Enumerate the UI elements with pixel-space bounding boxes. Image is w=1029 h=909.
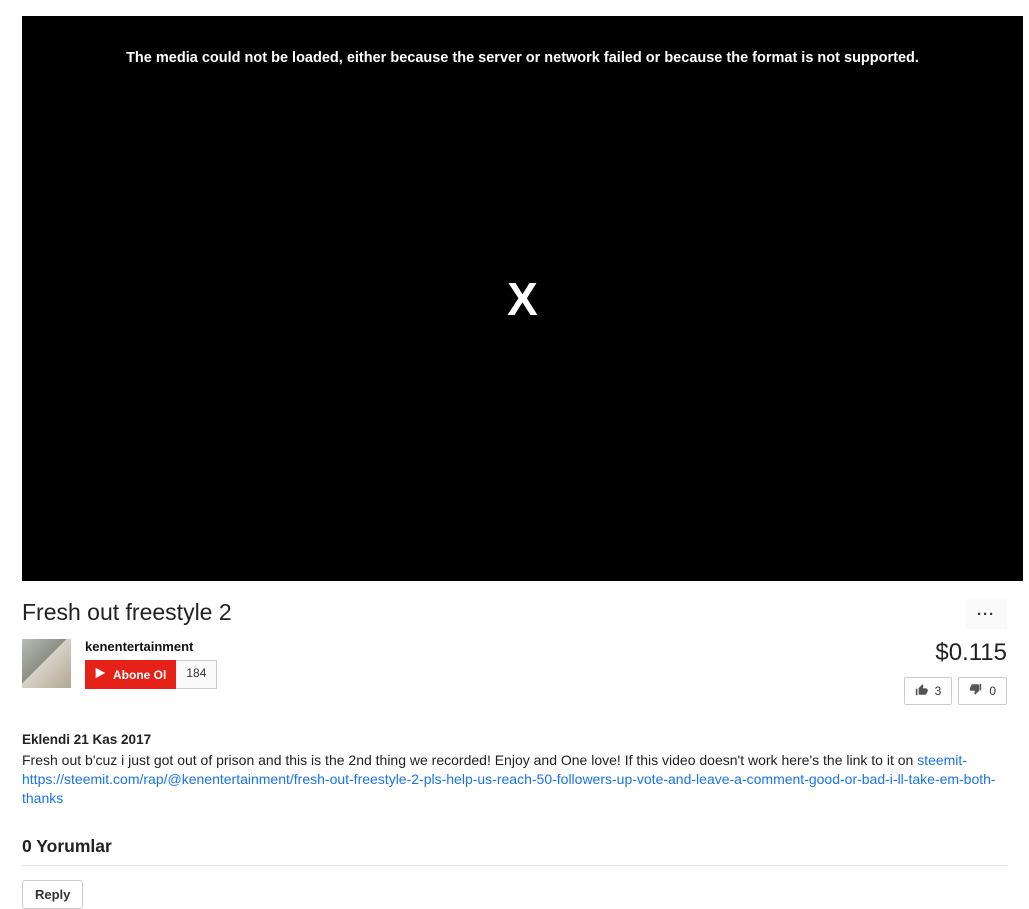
like-count: 3 — [935, 684, 942, 698]
reply-button[interactable]: Reply — [22, 880, 83, 909]
video-price: $0.115 — [935, 639, 1007, 667]
video-title: Fresh out freestyle 2 — [22, 599, 232, 626]
like-button[interactable]: 3 — [904, 677, 953, 705]
dislike-count: 0 — [989, 684, 996, 698]
player-error-message: The media could not be loaded, either be… — [22, 50, 1023, 66]
channel-avatar[interactable] — [22, 639, 71, 688]
thumbs-up-icon — [915, 683, 928, 699]
play-icon — [93, 666, 107, 683]
video-description: Eklendi 21 Kas 2017 Fresh out b'cuz i ju… — [22, 731, 1007, 808]
more-options-button[interactable]: ··· — [965, 599, 1007, 629]
player-x-icon: X — [507, 272, 538, 326]
subscriber-count: 184 — [176, 660, 217, 689]
subscribe-button[interactable]: Abone Ol — [85, 660, 176, 689]
upload-date: Eklendi 21 Kas 2017 — [22, 731, 1007, 749]
video-player[interactable]: The media could not be loaded, either be… — [22, 16, 1023, 581]
thumbs-down-icon — [969, 683, 982, 699]
dislike-button[interactable]: 0 — [958, 677, 1007, 705]
description-text: Fresh out b'cuz i just got out of prison… — [22, 752, 917, 768]
subscribe-label: Abone Ol — [113, 668, 166, 682]
channel-name-link[interactable]: kenentertainment — [85, 639, 217, 654]
comments-header: 0 Yorumlar — [22, 836, 1007, 866]
